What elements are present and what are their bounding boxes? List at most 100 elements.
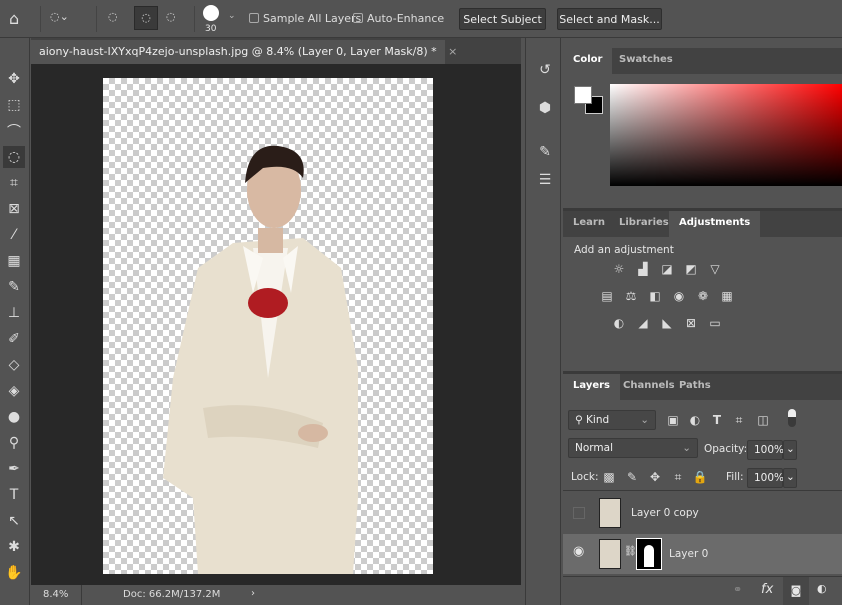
lock-image-icon[interactable]: ✎ (624, 470, 640, 484)
frame-tool-icon[interactable]: ⊠ (3, 198, 25, 220)
type-tool-icon[interactable]: T (3, 484, 25, 506)
eraser-tool-icon[interactable]: ◇ (3, 354, 25, 376)
fx-icon[interactable]: fx (761, 582, 773, 597)
filter-kind-value: Kind (586, 414, 610, 426)
blur-tool-icon[interactable]: ● (3, 406, 25, 428)
color-field[interactable] (610, 84, 842, 186)
brush-settings-icon[interactable]: ✎ (535, 144, 555, 164)
link-icon[interactable]: ⛓ (624, 546, 637, 557)
layer-thumbnail (599, 498, 621, 528)
status-menu-arrow[interactable]: › (251, 588, 255, 599)
fill-input[interactable]: 100% (747, 468, 784, 488)
lock-artboard-icon[interactable]: ⌗ (670, 470, 686, 484)
filter-pixel-icon[interactable]: ▣ (665, 413, 681, 427)
layer-thumbnail (599, 539, 621, 569)
path-selection-icon[interactable]: ↖ (3, 510, 25, 532)
history-icon[interactable]: ↺ (535, 62, 555, 82)
brush-size-value: 30 (205, 24, 217, 34)
select-and-mask-button[interactable]: Select and Mask... (557, 8, 662, 30)
color-balance-icon[interactable]: ⚖ (623, 289, 639, 303)
filter-smart-object-icon[interactable]: ◫ (755, 413, 771, 427)
new-selection-icon[interactable]: ◌ (108, 10, 118, 23)
document-title: aiony-haust-IXYxqP4zejo-unsplash.jpg @ 8… (39, 45, 437, 58)
close-icon[interactable]: × (448, 45, 457, 58)
pen-tool-icon[interactable]: ✒ (3, 458, 25, 480)
filter-toggle[interactable] (788, 409, 796, 427)
layers-panel-tabs: Layers Channels Paths (563, 374, 842, 400)
layer-name[interactable]: Layer 0 copy (631, 507, 699, 519)
foreground-color-swatch[interactable] (574, 86, 592, 104)
tab-color[interactable]: Color (563, 48, 613, 74)
quick-selection-preset-icon[interactable]: ◌⌄ (50, 10, 69, 23)
layer-name[interactable]: Layer 0 (669, 548, 708, 560)
tab-learn[interactable]: Learn (563, 211, 615, 237)
select-subject-button[interactable]: Select Subject (459, 8, 546, 30)
quick-selection-tool-icon[interactable]: ◌ (3, 146, 25, 168)
filter-adjustment-icon[interactable]: ◐ (687, 413, 703, 427)
layer-mask-thumbnail[interactable] (636, 538, 662, 570)
3d-icon[interactable]: ⬢ (535, 100, 555, 120)
clone-stamp-icon[interactable]: ⊥ (3, 302, 25, 324)
brightness-contrast-icon[interactable]: ☼ (611, 262, 627, 276)
crop-tool-icon[interactable]: ⌗ (3, 172, 25, 194)
opacity-dropdown[interactable]: ⌄ (783, 440, 797, 460)
black-white-icon[interactable]: ◧ (647, 289, 663, 303)
invert-icon[interactable]: ◐ (611, 316, 627, 330)
chevron-down-icon[interactable]: ⌄ (228, 11, 236, 21)
layer-filter-kind-select[interactable]: ⚲ Kind ⌄ (568, 410, 656, 430)
lock-position-icon[interactable]: ✥ (647, 470, 663, 484)
gradient-map-icon[interactable]: ▭ (707, 316, 723, 330)
blend-mode-value: Normal (575, 442, 613, 454)
lock-all-icon[interactable]: 🔒 (692, 470, 708, 484)
auto-enhance-checkbox[interactable] (353, 13, 363, 23)
blend-mode-select[interactable]: Normal ⌄ (568, 438, 698, 458)
threshold-icon[interactable]: ◣ (659, 316, 675, 330)
brush-tool-icon[interactable]: ✎ (3, 276, 25, 298)
paint-bucket-icon[interactable]: ◈ (3, 380, 25, 402)
zoom-level[interactable]: 8.4% (43, 589, 68, 600)
fill-dropdown[interactable]: ⌄ (783, 468, 797, 488)
channel-mixer-icon[interactable]: ❁ (695, 289, 711, 303)
document-tab[interactable]: aiony-haust-IXYxqP4zejo-unsplash.jpg @ 8… (31, 40, 457, 64)
subtract-from-selection-icon[interactable]: ◌ (166, 10, 176, 23)
document-image[interactable] (103, 78, 433, 574)
add-mask-icon[interactable]: ◙ (783, 577, 809, 605)
color-lookup-icon[interactable]: ▦ (719, 289, 735, 303)
sample-all-layers-checkbox[interactable] (249, 13, 259, 23)
lasso-tool-icon[interactable]: ⌒ (3, 120, 25, 142)
photo-filter-icon[interactable]: ◉ (671, 289, 687, 303)
healing-brush-icon[interactable]: ▦ (3, 250, 25, 272)
marquee-tool-icon[interactable]: ⬚ (3, 94, 25, 116)
eyedropper-tool-icon[interactable]: ⁄ (3, 224, 25, 246)
add-to-selection-icon[interactable]: ◌ (134, 6, 158, 30)
properties-icon[interactable]: ☰ (535, 172, 555, 192)
dodge-tool-icon[interactable]: ⚲ (3, 432, 25, 454)
link-layers-icon[interactable]: ⚭ (733, 583, 742, 596)
tab-adjustments[interactable]: Adjustments (669, 211, 761, 237)
filter-type-icon[interactable]: T (709, 413, 725, 427)
hand-tool-icon[interactable]: ✋ (3, 562, 25, 584)
tab-paths[interactable]: Paths (669, 374, 721, 400)
posterize-icon[interactable]: ◢ (635, 316, 651, 330)
hue-saturation-icon[interactable]: ▤ (599, 289, 615, 303)
brush-size-icon[interactable] (203, 5, 219, 21)
exposure-icon[interactable]: ◩ (683, 262, 699, 276)
home-icon[interactable]: ⌂ (9, 9, 19, 28)
layer-row-selected[interactable]: ◉ ⛓ Layer 0 (563, 534, 842, 574)
selective-color-icon[interactable]: ⊠ (683, 316, 699, 330)
filter-shape-icon[interactable]: ⌗ (731, 413, 747, 427)
tab-swatches[interactable]: Swatches (609, 48, 683, 74)
vibrance-icon[interactable]: ▽ (707, 262, 723, 276)
opacity-input[interactable]: 100% (747, 440, 784, 460)
lock-transparent-icon[interactable]: ▩ (601, 470, 617, 484)
move-tool-icon[interactable]: ✥ (3, 68, 25, 90)
new-adjustment-layer-icon[interactable]: ◐ (817, 582, 827, 595)
levels-icon[interactable]: ▟ (635, 262, 651, 276)
shape-tool-icon[interactable]: ✱ (3, 536, 25, 558)
layer-row[interactable]: Layer 0 copy (563, 493, 842, 533)
tab-layers[interactable]: Layers (563, 374, 620, 400)
curves-icon[interactable]: ◪ (659, 262, 675, 276)
eye-icon[interactable]: ◉ (573, 544, 584, 559)
history-brush-icon[interactable]: ✐ (3, 328, 25, 350)
visibility-toggle[interactable] (573, 507, 585, 519)
